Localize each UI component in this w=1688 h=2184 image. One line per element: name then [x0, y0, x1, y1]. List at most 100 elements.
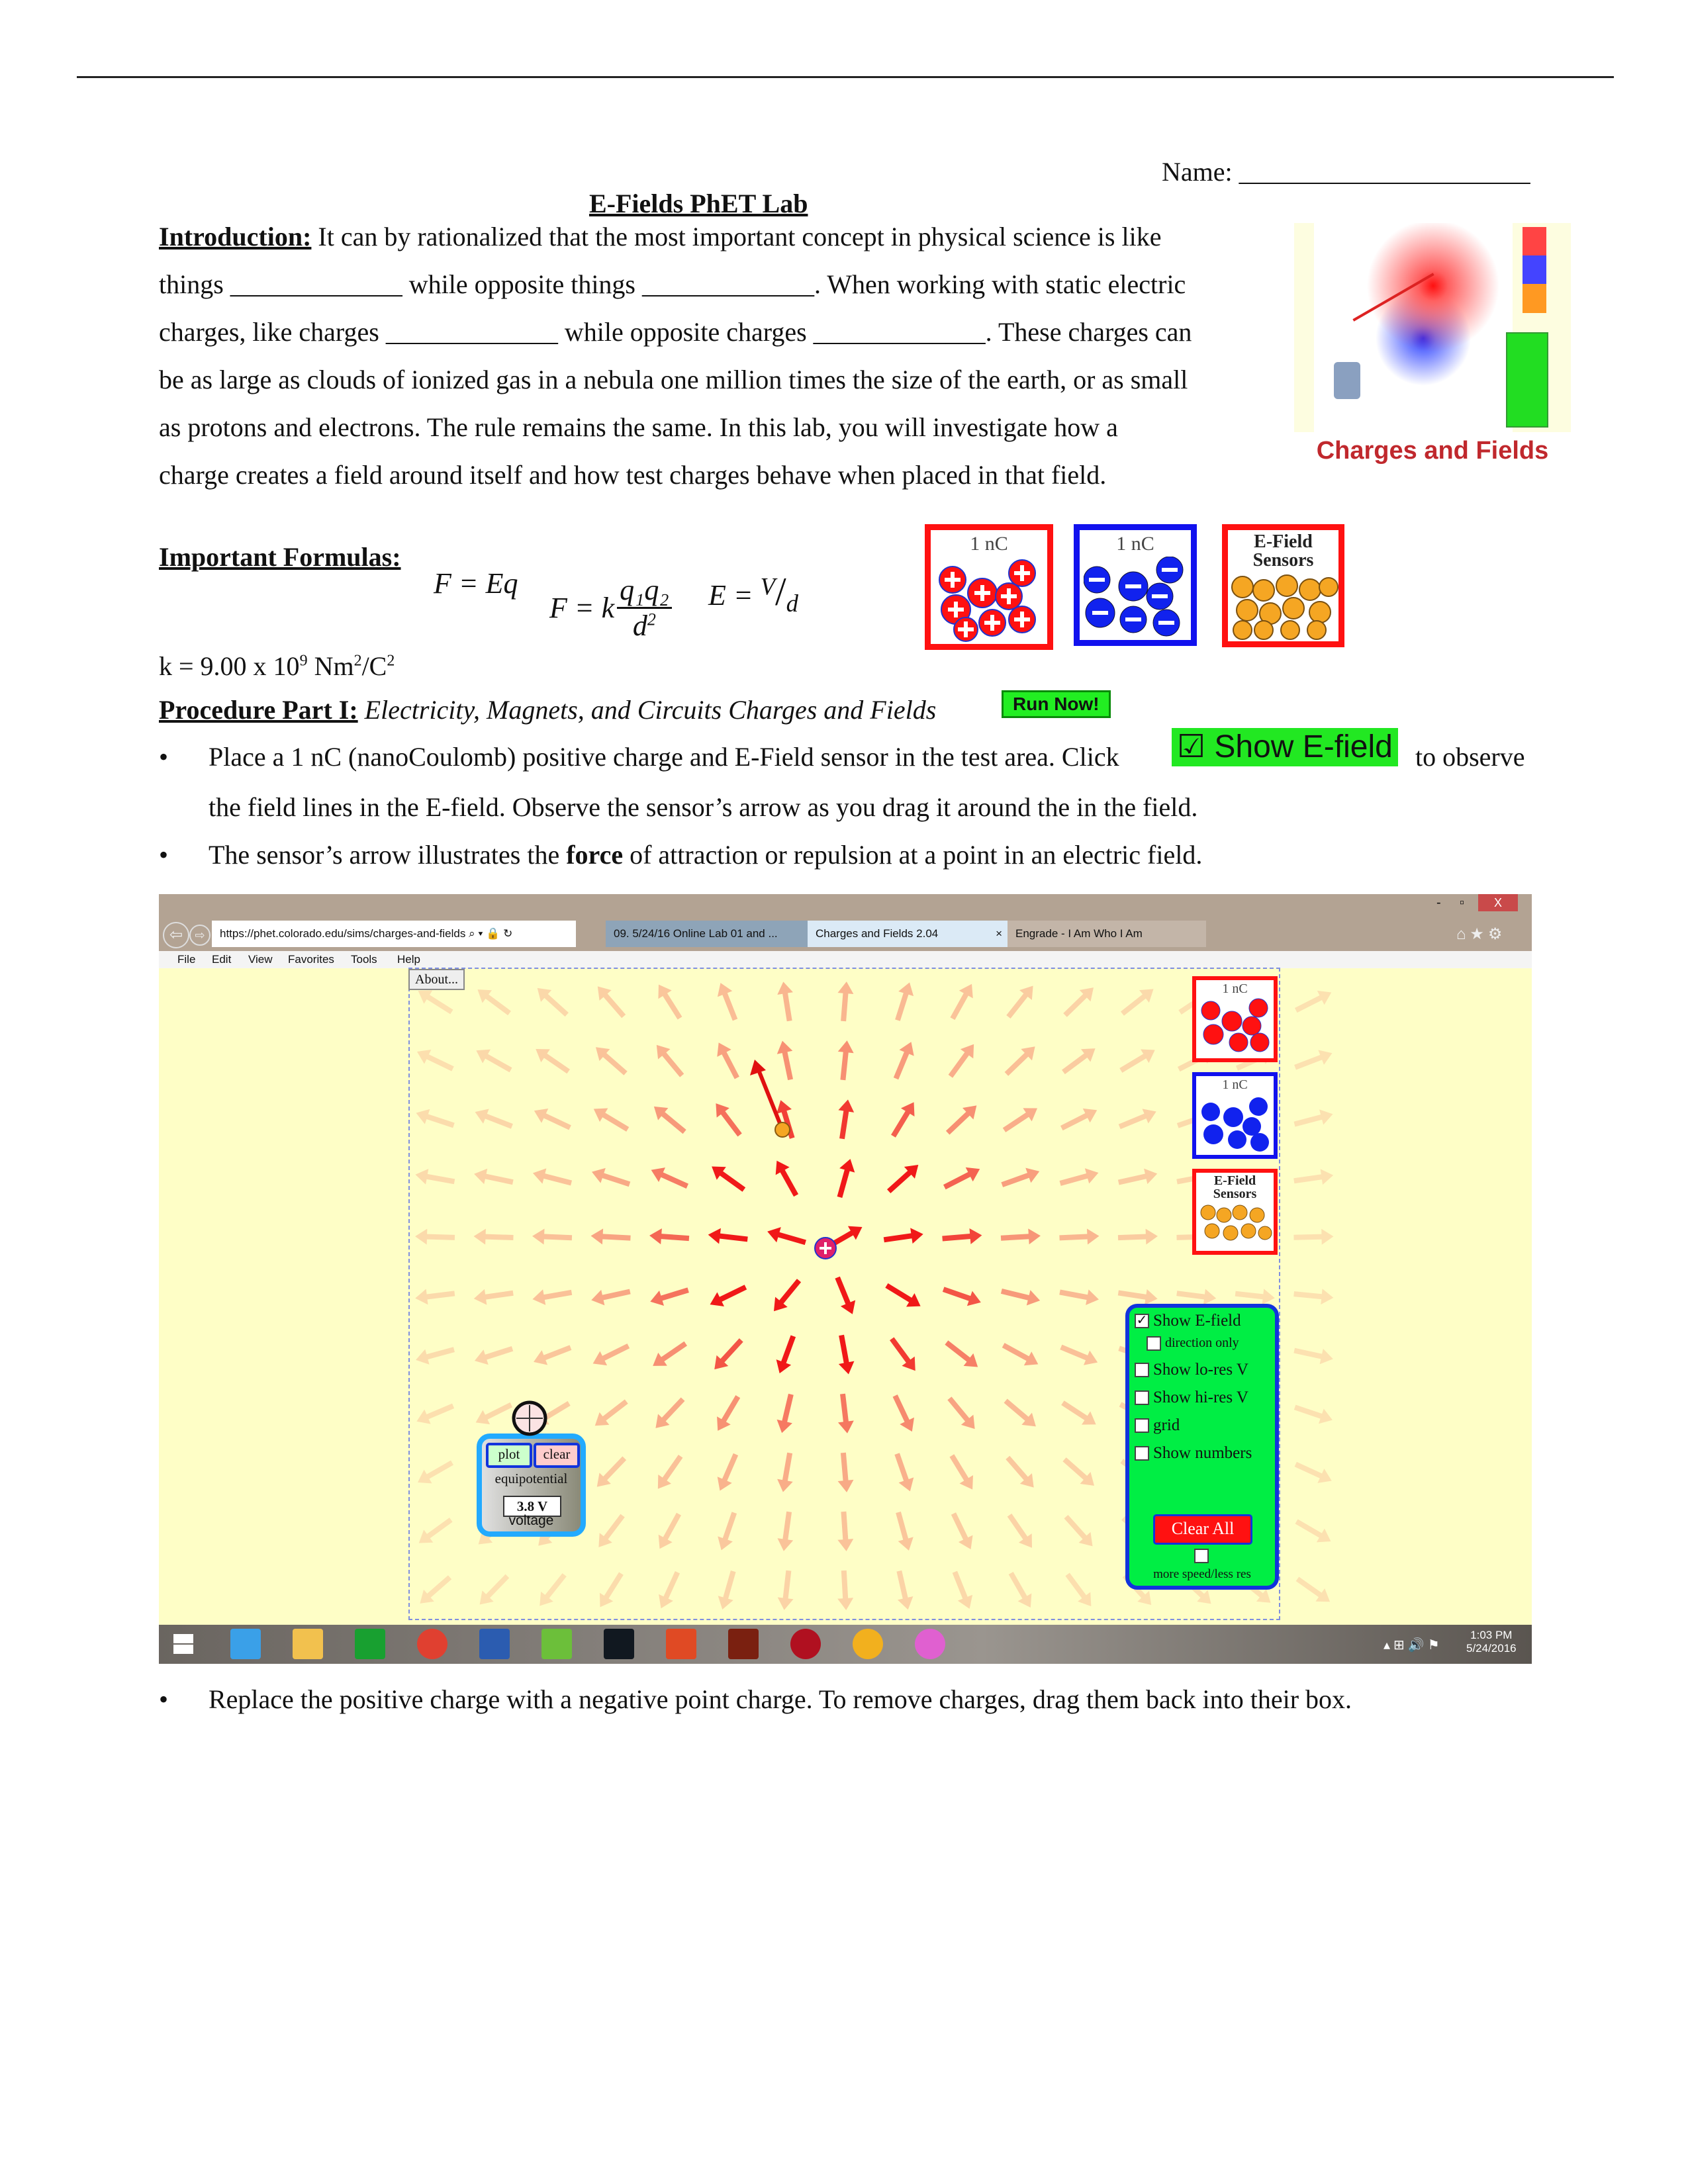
- att-icon[interactable]: [604, 1629, 634, 1659]
- checkbox-icon[interactable]: [1135, 1446, 1149, 1461]
- field-arrow: [1059, 1168, 1099, 1186]
- field-arrow: [1293, 1109, 1333, 1127]
- efield-canvas[interactable]: [159, 894, 1532, 1625]
- field-arrow: [1002, 1343, 1039, 1366]
- formula-e-field: E = V/d: [708, 570, 798, 617]
- field-arrow: [416, 1109, 455, 1128]
- efield-sensor[interactable]: [750, 1060, 790, 1138]
- hi-res-v-checkbox[interactable]: Show hi-res V: [1135, 1388, 1248, 1407]
- clear-button[interactable]: clear: [534, 1443, 580, 1468]
- field-arrow: [1295, 1519, 1331, 1543]
- field-arrow: [776, 1393, 794, 1433]
- intro-line-2: things _____________ while opposite thin…: [159, 269, 1186, 299]
- browser-screenshot: - ▫ X ⇦ ⇨ https://phet.colorado.edu/sims…: [159, 894, 1532, 1664]
- field-arrow: [835, 1276, 856, 1314]
- field-arrow: [775, 1160, 799, 1197]
- checkbox-checked-icon[interactable]: ✓: [1135, 1314, 1149, 1328]
- internet-explorer-icon[interactable]: [230, 1629, 261, 1659]
- bullet-1-text-cont: the field lines in the E-field. Observe …: [209, 792, 1198, 822]
- hulu-icon[interactable]: [541, 1629, 572, 1659]
- bullet-1-text: Place a 1 nC (nanoCoulomb) positive char…: [209, 742, 1119, 772]
- plot-button[interactable]: plot: [486, 1443, 532, 1468]
- run-now-button[interactable]: Run Now!: [1002, 690, 1111, 718]
- mcafee-icon[interactable]: [790, 1629, 821, 1659]
- show-numbers-checkbox[interactable]: Show numbers: [1135, 1444, 1252, 1463]
- field-arrow: [475, 1402, 513, 1425]
- clear-all-button[interactable]: Clear All: [1153, 1514, 1252, 1545]
- grid-checkbox[interactable]: grid: [1135, 1416, 1180, 1435]
- field-arrow: [837, 1511, 854, 1551]
- field-arrow: [416, 1049, 454, 1071]
- norton-icon[interactable]: [853, 1629, 883, 1659]
- checkbox-icon[interactable]: [1135, 1390, 1149, 1405]
- store-icon[interactable]: [355, 1629, 385, 1659]
- field-arrow: [837, 1452, 854, 1492]
- field-arrow: [417, 1460, 454, 1484]
- field-arrow: [894, 1453, 914, 1492]
- bullet-3-text: Replace the positive charge with a negat…: [209, 1684, 1352, 1714]
- field-arrow: [594, 1399, 628, 1426]
- voltage-label: voltage: [508, 1513, 554, 1528]
- voltmeter-crosshair-icon[interactable]: [511, 1400, 548, 1437]
- itunes-icon[interactable]: [915, 1629, 945, 1659]
- intro-line-5: as protons and electrons. The rule remai…: [159, 412, 1118, 442]
- field-arrow: [655, 1397, 685, 1428]
- field-arrow: [885, 1283, 921, 1307]
- checkbox-icon[interactable]: [1147, 1336, 1161, 1351]
- field-arrow: [717, 1395, 741, 1431]
- field-arrow: [718, 1512, 737, 1551]
- field-arrow: [532, 1228, 573, 1245]
- field-arrow: [1000, 1289, 1041, 1306]
- field-arrow: [416, 1347, 455, 1365]
- clock[interactable]: 1:03 PM 5/24/2016: [1466, 1629, 1517, 1655]
- chrome-icon[interactable]: [417, 1629, 447, 1659]
- field-arrow: [1007, 1514, 1033, 1548]
- speed-label: more speed/less res: [1153, 1567, 1251, 1581]
- field-arrow: [1120, 989, 1154, 1016]
- sim-positive-charge-box[interactable]: 1 nC: [1192, 976, 1278, 1062]
- sim-negative-charge-box[interactable]: 1 nC: [1192, 1072, 1278, 1159]
- field-arrow: [1294, 1461, 1332, 1483]
- checkbox-icon[interactable]: [1135, 1363, 1149, 1377]
- voltmeter[interactable]: plot clear equipotential 3.8 V voltage: [477, 1433, 586, 1537]
- windows-start-icon[interactable]: [168, 1629, 199, 1659]
- office-lens-icon[interactable]: [666, 1629, 696, 1659]
- field-arrow: [712, 1166, 746, 1192]
- field-arrow: [892, 1394, 914, 1432]
- field-arrow: [838, 1099, 855, 1140]
- field-arrow: [649, 1228, 690, 1245]
- system-tray-icons[interactable]: ▴ ⊞ 🔊 ⚑: [1383, 1637, 1440, 1653]
- field-arrow: [592, 1343, 630, 1366]
- show-efield-checkbox[interactable]: ✓ Show E-field: [1135, 1312, 1241, 1330]
- field-arrow: [1294, 990, 1332, 1013]
- field-arrow: [599, 1572, 624, 1608]
- field-arrow: [416, 1403, 455, 1424]
- field-arrow: [1062, 1457, 1094, 1486]
- direction-only-checkbox[interactable]: direction only: [1147, 1336, 1239, 1351]
- field-arrow: [415, 1169, 455, 1185]
- field-arrow: [1060, 1108, 1098, 1131]
- field-arrow: [1295, 1576, 1331, 1602]
- field-arrow: [1119, 1049, 1155, 1073]
- file-explorer-icon[interactable]: [293, 1629, 323, 1659]
- field-arrow: [658, 1512, 681, 1549]
- positive-charge[interactable]: [814, 1237, 837, 1259]
- sim-efield-sensors-box[interactable]: E-Field Sensors: [1192, 1169, 1278, 1255]
- field-arrow: [1117, 1168, 1158, 1185]
- field-arrow: [895, 982, 914, 1021]
- book-icon[interactable]: [728, 1629, 759, 1659]
- word-icon[interactable]: [479, 1629, 510, 1659]
- windows-taskbar: ▴ ⊞ 🔊 ⚑ 1:03 PM 5/24/2016: [159, 1625, 1532, 1664]
- about-button[interactable]: About...: [408, 969, 465, 990]
- speed-checkbox[interactable]: [1194, 1549, 1209, 1563]
- field-arrow: [948, 1044, 974, 1078]
- field-arrow: [477, 989, 511, 1016]
- field-arrow: [716, 1103, 742, 1137]
- lo-res-v-checkbox[interactable]: Show lo-res V: [1135, 1361, 1248, 1379]
- procedure-heading-line: Procedure Part I: Electricity, Magnets, …: [159, 695, 937, 725]
- checkbox-icon[interactable]: [1135, 1418, 1149, 1433]
- field-arrow: [1059, 1289, 1099, 1306]
- field-arrow: [1008, 1571, 1032, 1608]
- field-arrow: [590, 1228, 631, 1245]
- field-arrow: [651, 1167, 689, 1189]
